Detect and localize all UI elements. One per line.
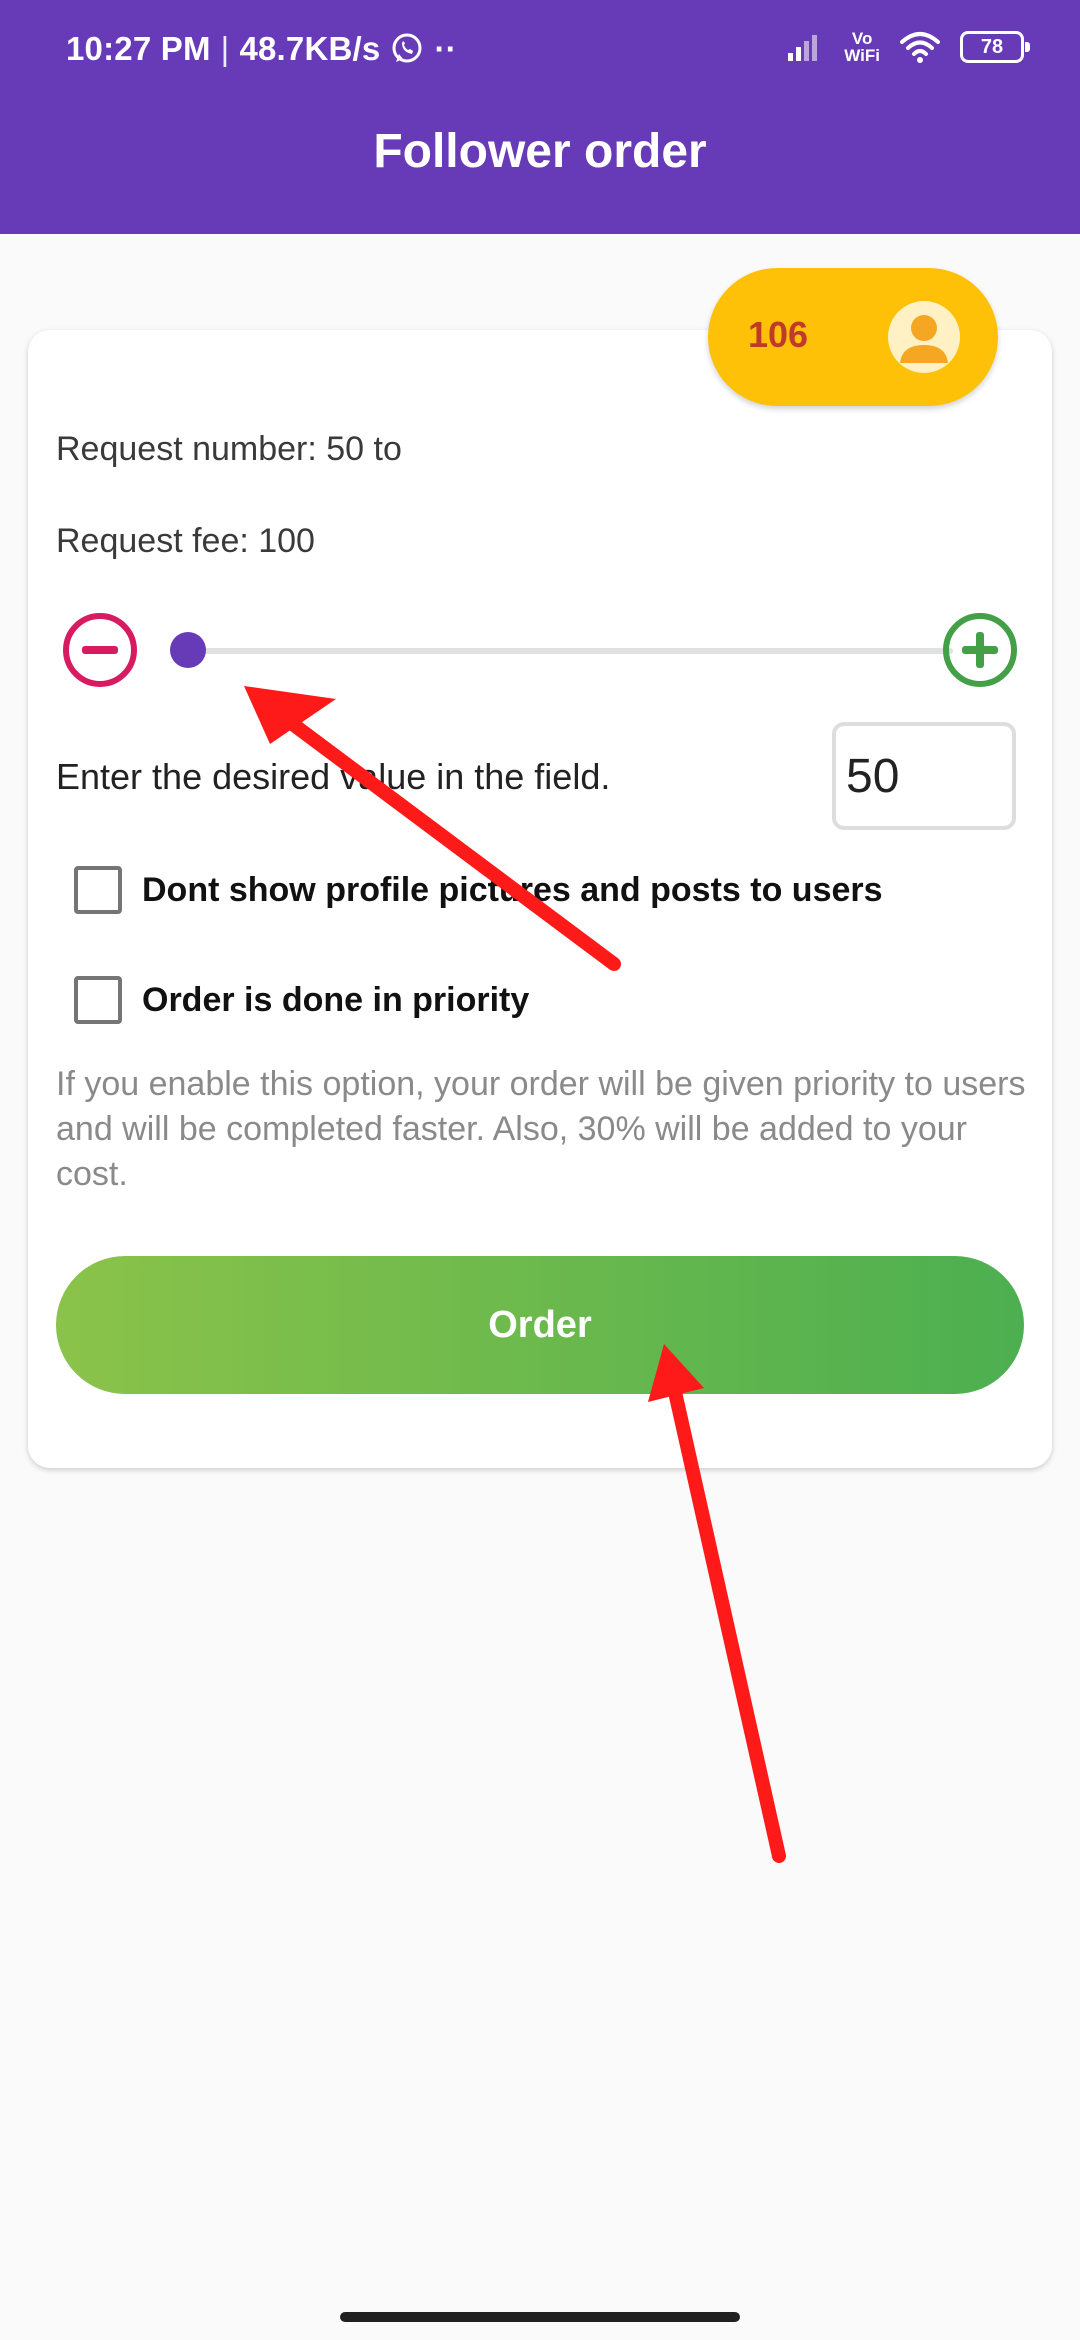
priority-label: Order is done in priority: [142, 980, 530, 1019]
desired-value-input[interactable]: [832, 722, 1016, 830]
coin-count: 106: [748, 314, 809, 355]
option-hide-pictures-row[interactable]: Dont show profile pictures and posts to …: [74, 866, 883, 914]
signal-icon: [788, 35, 818, 61]
vowifi-bottom: WiFi: [844, 46, 880, 65]
status-separator: |: [220, 30, 230, 67]
plus-circle-icon: [943, 613, 1017, 687]
hide-pictures-label: Dont show profile pictures and posts to …: [142, 870, 883, 909]
status-time: 10:27 PM: [66, 30, 211, 67]
vowifi-top: Vo: [851, 29, 873, 48]
increase-button[interactable]: [940, 610, 1020, 690]
status-right: Vo WiFi 78: [786, 30, 1030, 64]
home-indicator[interactable]: [340, 2312, 740, 2322]
notification-dots: ··: [434, 30, 457, 67]
page-title: Follower order: [373, 125, 707, 178]
whatsapp-icon: [392, 33, 422, 63]
priority-hint-text: If you enable this option, your order wi…: [56, 1065, 1026, 1193]
slider-thumb[interactable]: [170, 632, 206, 668]
avatar-silhouette: [900, 315, 948, 363]
desired-value-label: Enter the desired value in the field.: [56, 756, 611, 797]
request-number-text: Request number: 50 to: [56, 430, 402, 468]
minus-circle-icon: [63, 613, 137, 687]
option-priority-row[interactable]: Order is done in priority: [74, 976, 529, 1024]
wifi-icon: [900, 32, 940, 63]
decrease-button[interactable]: [60, 610, 140, 690]
hide-pictures-checkbox[interactable]: [74, 866, 122, 914]
vowifi-indicator: Vo WiFi: [844, 30, 880, 64]
priority-checkbox[interactable]: [74, 976, 122, 1024]
quantity-slider-area: [60, 610, 1020, 690]
network-speed: 48.7KB/s: [239, 30, 381, 67]
status-left: 10:27 PM | 48.7KB/s ··: [66, 30, 457, 68]
order-button[interactable]: Order: [56, 1256, 1024, 1394]
slider-track[interactable]: [178, 648, 953, 654]
battery-indicator: 78: [960, 31, 1030, 63]
request-fee-text: Request fee: 100: [56, 522, 315, 560]
user-avatar-icon: [888, 301, 960, 373]
coin-balance-pill[interactable]: 106: [708, 268, 998, 406]
app-bar: 10:27 PM | 48.7KB/s ·· Vo WiFi 78 Follow…: [0, 0, 1080, 234]
status-bar: 10:27 PM | 48.7KB/s ·· Vo WiFi 78: [0, 0, 1080, 100]
